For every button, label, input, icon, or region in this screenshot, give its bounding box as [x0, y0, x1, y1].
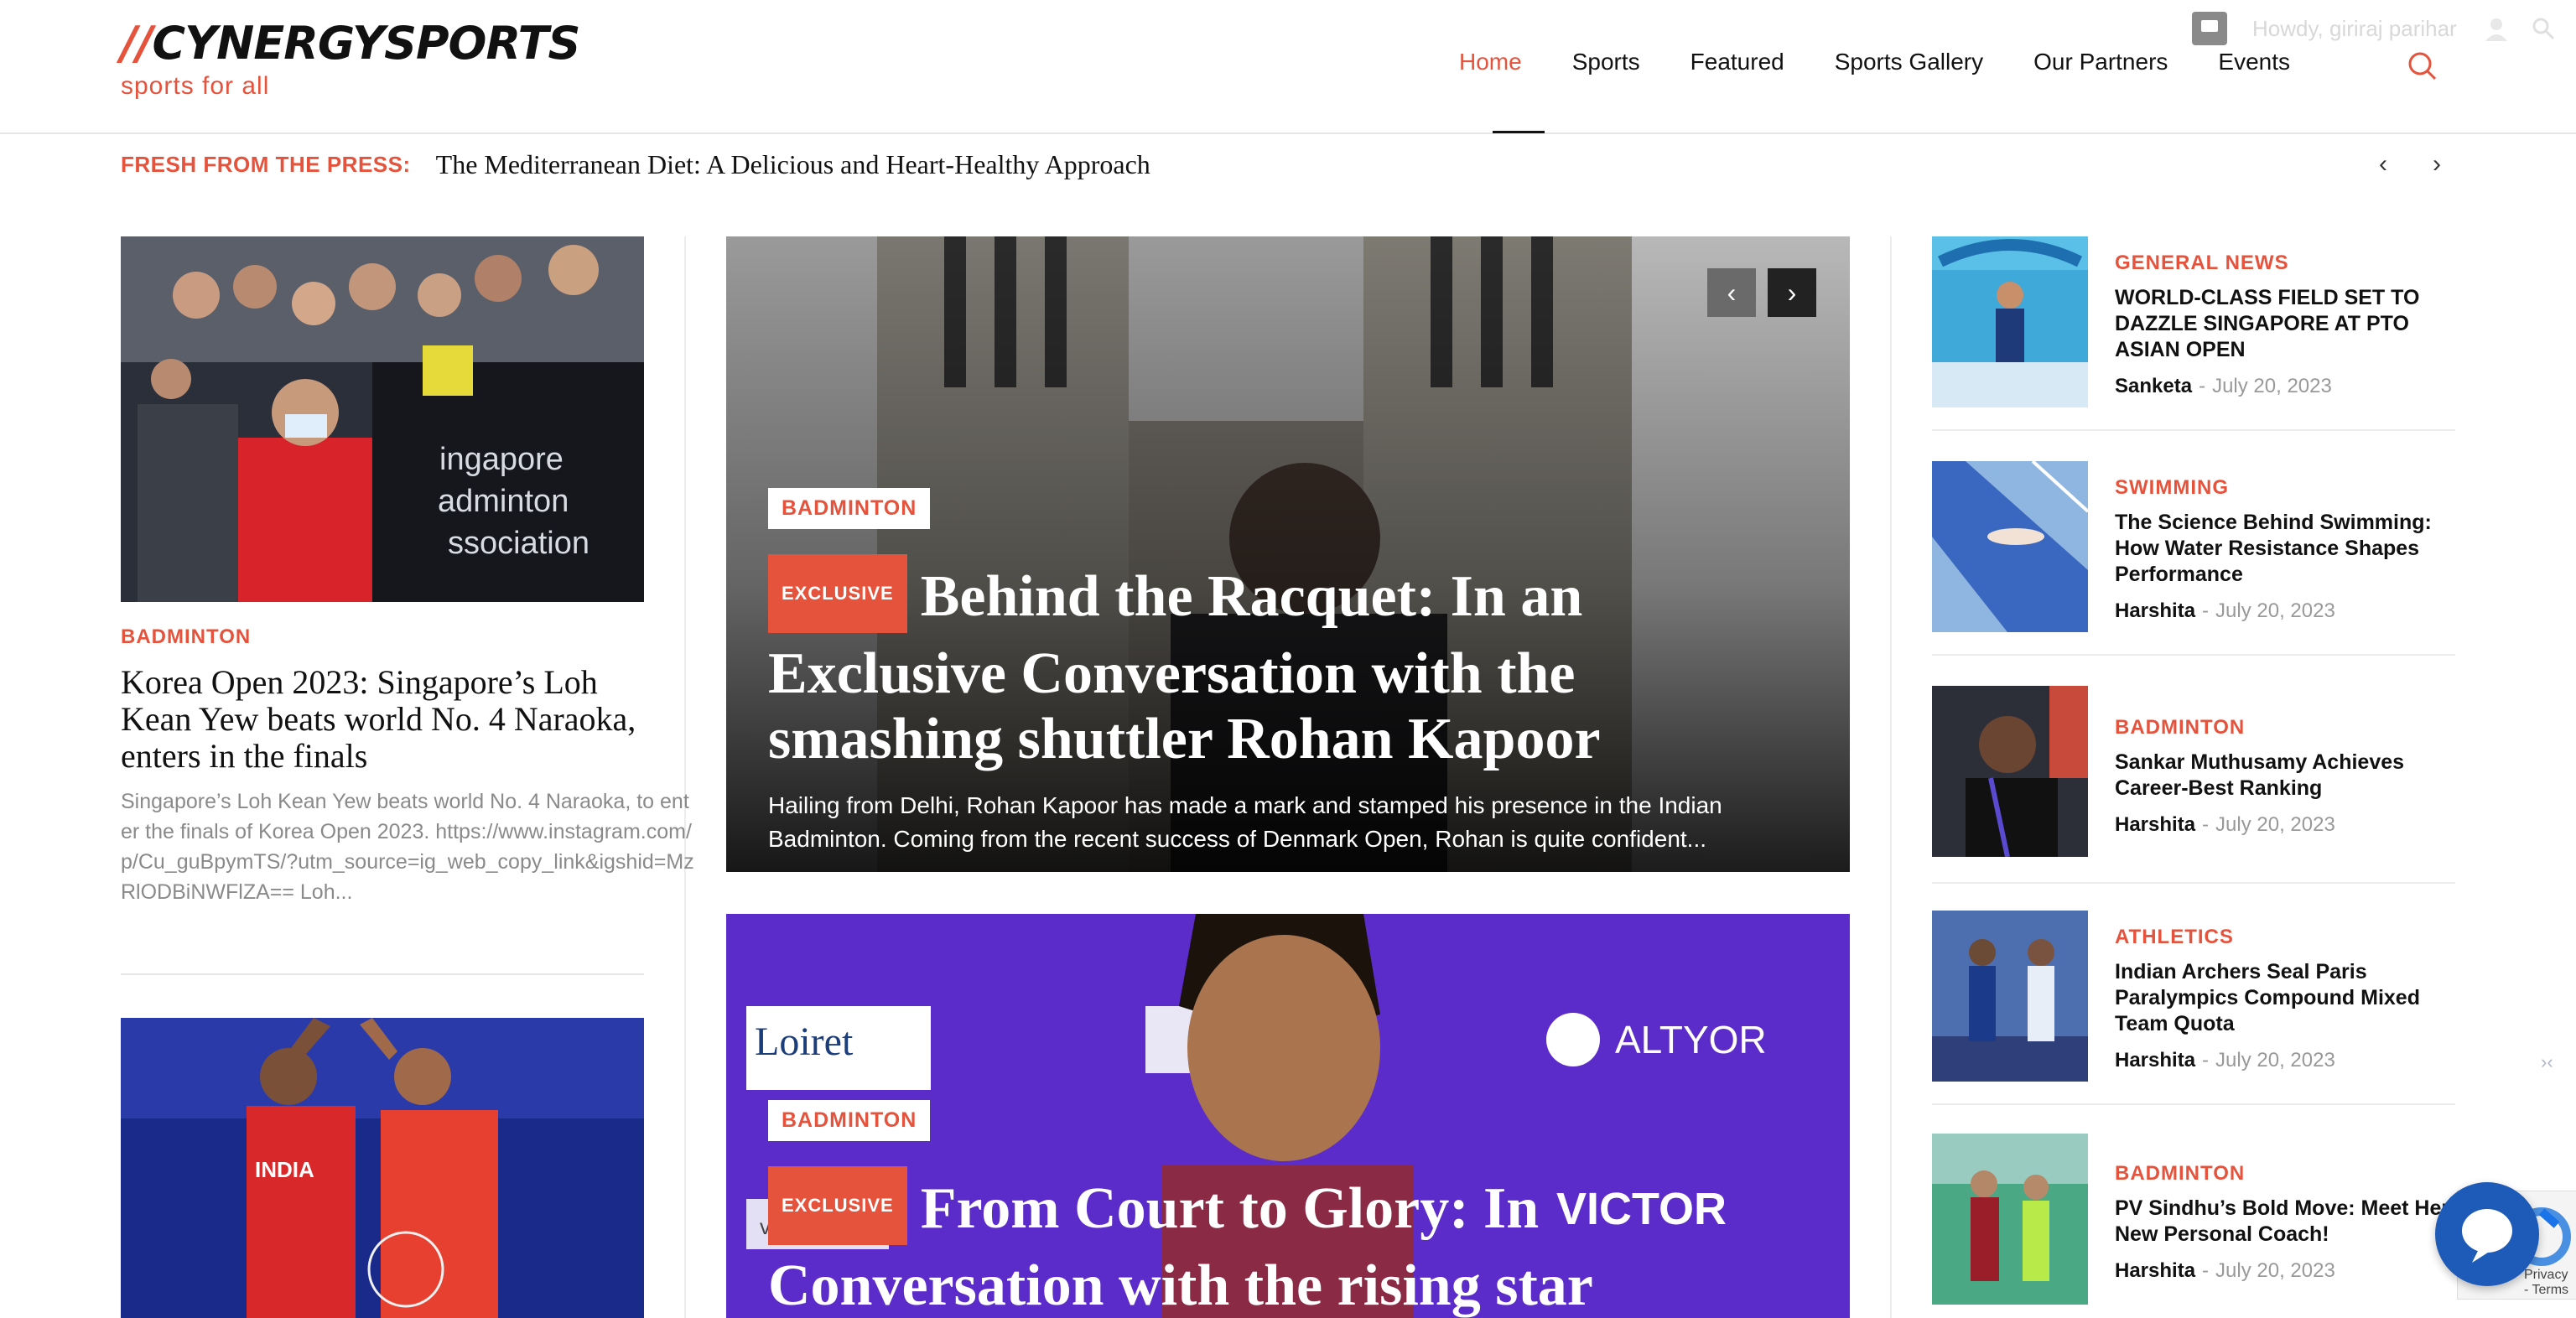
logo-name: CYNERGYSPORTS: [152, 17, 580, 70]
sidebar-author[interactable]: Harshita: [2115, 1259, 2195, 1282]
sidebar-category[interactable]: BADMINTON: [2115, 1162, 2467, 1186]
ticker-label: FRESH FROM THE PRESS:: [121, 152, 411, 177]
meta-separator: -: [2202, 813, 2210, 836]
column-divider: [1890, 236, 1892, 1318]
column-divider: [684, 236, 686, 1318]
ticker-controls: ‹ ›: [2366, 150, 2474, 178]
collapse-handle-icon[interactable]: ›‹: [2541, 1051, 2553, 1073]
featured-content: BADMINTON EXCLUSIVE Behind the Racquet: I…: [768, 488, 1825, 856]
sidebar-category[interactable]: SWIMMING: [2115, 476, 2467, 500]
divider: [1932, 882, 2455, 884]
chat-button[interactable]: [2435, 1182, 2539, 1286]
sidebar-thumbnail[interactable]: [1932, 461, 2088, 632]
sidebar-title[interactable]: The Science Behind Swimming: How Water R…: [2115, 510, 2467, 588]
article-card: BADMINTON Korea Open 2023: Singapore’s L…: [121, 625, 694, 907]
site-header: //CYNERGYSPORTS sports for all Howdy, gi…: [0, 0, 2576, 134]
nav-sports-gallery[interactable]: Sports Gallery: [1835, 49, 1983, 75]
exclusive-badge: EXCLUSIVE: [768, 1166, 907, 1245]
featured-slide[interactable]: Loiret ALTYOR VICTOR vibration BADMINTON…: [726, 914, 1850, 1318]
user-icon[interactable]: [2484, 16, 2509, 41]
jersey-text: INDIA: [255, 1157, 314, 1182]
meta-separator: -: [2199, 375, 2206, 397]
chevron-left-icon[interactable]: ‹: [2366, 150, 2400, 178]
banner-text: adminton: [438, 484, 569, 519]
banner-text: ingapore: [439, 442, 564, 477]
admin-search-icon[interactable]: [2531, 16, 2556, 41]
divider: [1932, 429, 2455, 431]
sidebar-author[interactable]: Harshita: [2115, 599, 2195, 622]
sidebar-author[interactable]: Harshita: [2115, 1049, 2195, 1072]
featured-category[interactable]: BADMINTON: [768, 488, 931, 529]
sidebar-thumbnail[interactable]: [1932, 911, 2088, 1082]
slider-next-button[interactable]: ›: [1768, 268, 1816, 317]
admin-greeting[interactable]: Howdy, giriraj parihar: [2252, 16, 2457, 42]
chat-bubble-icon: [2462, 1209, 2512, 1263]
meta-separator: -: [2202, 1259, 2210, 1282]
sidebar-date: July 20, 2023: [2215, 1259, 2335, 1282]
sidebar-category[interactable]: GENERAL NEWS: [2115, 252, 2467, 275]
nav-our-partners[interactable]: Our Partners: [2033, 49, 2168, 75]
featured-title[interactable]: EXCLUSIVE From Court to Glory: In Convers…: [768, 1166, 1825, 1318]
logo-tagline: sports for all: [121, 72, 270, 100]
sidebar-category[interactable]: ATHLETICS: [2115, 926, 2467, 949]
nav-sports[interactable]: Sports: [1572, 49, 1640, 75]
sidebar-category[interactable]: BADMINTON: [2115, 716, 2467, 739]
featured-category[interactable]: BADMINTON: [768, 1100, 931, 1141]
featured-slide[interactable]: ‹ › BADMINTON EXCLUSIVE Behind the Racque…: [726, 236, 1850, 872]
article-excerpt: Singapore’s Loh Kean Yew beats world No.…: [121, 790, 694, 904]
sidebar-date: July 20, 2023: [2215, 813, 2335, 836]
chevron-right-icon[interactable]: ›: [2420, 150, 2454, 178]
meta-separator: -: [2202, 599, 2210, 622]
sidebar-date: July 20, 2023: [2215, 1049, 2335, 1072]
ticker-headline[interactable]: The Mediterranean Diet: A Delicious and …: [436, 149, 1150, 180]
slider-prev-button[interactable]: ‹: [1707, 268, 1756, 317]
sponsor-text: Loiret: [755, 1020, 854, 1064]
article-title[interactable]: Korea Open 2023: Singapore’s Loh Kean Ye…: [121, 664, 644, 775]
comment-icon[interactable]: [2192, 12, 2227, 45]
sidebar-author[interactable]: Sanketa: [2115, 375, 2192, 397]
sidebar-date: July 20, 2023: [2215, 599, 2335, 622]
divider: [1932, 654, 2455, 656]
article-image[interactable]: INDIA: [121, 1018, 644, 1318]
nav-events[interactable]: Events: [2218, 49, 2290, 75]
sidebar-title[interactable]: PV Sindhu’s Bold Move: Meet Her New Pers…: [2115, 1196, 2467, 1248]
site-logo[interactable]: //CYNERGYSPORTS sports for all: [121, 17, 580, 101]
nav-home[interactable]: Home: [1459, 49, 1522, 75]
chevron-left-icon: ‹: [1727, 277, 1737, 308]
main-nav: Home Sports Featured Sports Gallery Our …: [1459, 49, 2340, 75]
sidebar-title[interactable]: WORLD-CLASS FIELD SET TO DAZZLE SINGAPOR…: [2115, 285, 2467, 363]
sidebar-date: July 20, 2023: [2212, 375, 2332, 397]
chevron-right-icon: ›: [1787, 277, 1797, 308]
sidebar-thumbnail[interactable]: [1932, 236, 2088, 407]
featured-excerpt: Hailing from Delhi, Rohan Kapoor has mad…: [768, 792, 1722, 852]
article-image[interactable]: ingapore adminton ssociation: [121, 236, 644, 602]
sidebar-author[interactable]: Harshita: [2115, 813, 2195, 836]
sidebar-title[interactable]: Sankar Muthusamy Achieves Career-Best Ra…: [2115, 750, 2467, 802]
nav-active-indicator: [1493, 131, 1545, 133]
nav-featured[interactable]: Featured: [1690, 49, 1784, 75]
article-category[interactable]: BADMINTON: [121, 625, 644, 649]
exclusive-badge: EXCLUSIVE: [768, 554, 907, 633]
sidebar-title[interactable]: Indian Archers Seal Paris Paralympics Co…: [2115, 959, 2467, 1037]
sponsor-text: ALTYOR: [1615, 1018, 1767, 1061]
sidebar-thumbnail[interactable]: [1932, 1134, 2088, 1305]
meta-separator: -: [2202, 1049, 2210, 1072]
featured-title[interactable]: EXCLUSIVE Behind the Racquet: In an Exclu…: [768, 554, 1825, 772]
logo-slashes: //: [121, 17, 153, 70]
news-ticker: FRESH FROM THE PRESS: The Mediterranean …: [121, 149, 1150, 180]
sidebar-thumbnail[interactable]: [1932, 686, 2088, 857]
featured-content: BADMINTON EXCLUSIVE From Court to Glory: …: [768, 1100, 1825, 1318]
divider: [1932, 1103, 2455, 1105]
admin-bar: Howdy, giriraj parihar: [2192, 12, 2556, 45]
divider: [121, 973, 644, 975]
banner-text: ssociation: [448, 526, 589, 561]
search-icon[interactable]: [2407, 50, 2437, 80]
